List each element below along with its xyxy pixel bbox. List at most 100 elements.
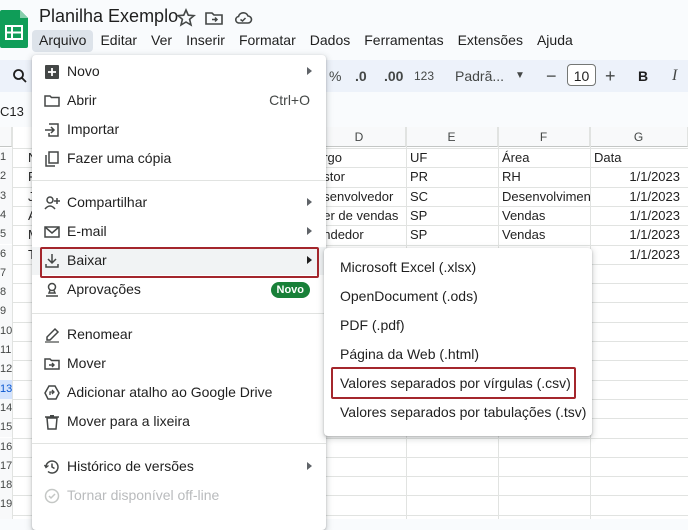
decrease-font-size-button[interactable]: −	[546, 60, 557, 92]
row-header[interactable]: 6	[0, 244, 12, 264]
menu-dados[interactable]: Dados	[303, 30, 357, 52]
download-submenu: Microsoft Excel (.xlsx) OpenDocument (.o…	[324, 248, 592, 436]
column-header-e[interactable]: E	[406, 127, 498, 147]
menu-editar[interactable]: Editar	[93, 30, 144, 52]
cell-g[interactable]: 1/1/2023	[592, 245, 680, 264]
search-menus-icon[interactable]	[12, 68, 28, 84]
shortcut-text: Ctrl+O	[269, 92, 310, 108]
menu-extensoes[interactable]: Extensões	[451, 30, 530, 52]
cell-d[interactable]: esenvolvedor	[316, 187, 404, 206]
menu-ajuda[interactable]: Ajuda	[530, 30, 580, 52]
row-header[interactable]: 19	[0, 495, 12, 515]
cell-g[interactable]: Data	[594, 148, 684, 167]
google-sheets-logo[interactable]	[0, 10, 28, 48]
bold-button[interactable]: B	[638, 60, 648, 92]
menu-item-novo[interactable]: Novo	[32, 58, 326, 86]
menu-inserir[interactable]: Inserir	[179, 30, 232, 52]
row-header[interactable]: 2	[0, 167, 12, 187]
cell-f[interactable]: Vendas	[502, 206, 590, 225]
cell-g[interactable]: 1/1/2023	[592, 187, 680, 206]
corner-header	[0, 127, 12, 147]
download-option-tsv[interactable]: Valores separados por tabulações (.tsv)	[324, 398, 592, 426]
menu-ferramentas[interactable]: Ferramentas	[357, 30, 450, 52]
cell-d[interactable]: endedor	[316, 225, 404, 244]
row-header[interactable]: 9	[0, 302, 12, 322]
row-header[interactable]: 10	[0, 321, 12, 341]
font-family-dropdown-icon[interactable]: ▼	[515, 60, 525, 92]
row-header[interactable]: 12	[0, 360, 12, 380]
row-header[interactable]: 20	[0, 514, 12, 519]
download-option-html[interactable]: Página da Web (.html)	[324, 340, 592, 368]
increase-decimal-button[interactable]: .00	[384, 60, 403, 92]
cell-f[interactable]: Área	[502, 148, 590, 167]
menu-item-importar[interactable]: Importar	[32, 116, 326, 144]
name-box[interactable]: C13	[0, 104, 24, 119]
cell-f[interactable]: Vendas	[502, 225, 590, 244]
percent-format-button[interactable]: %	[329, 60, 341, 92]
menu-item-aprovacoes[interactable]: Aprovações Novo	[32, 276, 326, 304]
row-header[interactable]: 7	[0, 263, 12, 284]
cell-d[interactable]: argo	[316, 148, 404, 167]
cell-g[interactable]: 1/1/2023	[592, 206, 680, 225]
move-folder-icon[interactable]	[204, 8, 224, 28]
column-header-g[interactable]: G	[590, 127, 688, 147]
offline-icon	[44, 488, 60, 504]
menu-ver[interactable]: Ver	[144, 30, 179, 52]
row-header[interactable]: 4	[0, 205, 12, 226]
row-header[interactable]: 16	[0, 437, 12, 457]
new-icon	[45, 65, 59, 79]
csv-highlight-box	[331, 367, 576, 399]
decrease-decimal-button[interactable]: .0	[355, 60, 367, 92]
row-header[interactable]: 15	[0, 418, 12, 438]
font-size-input[interactable]: 10	[567, 64, 596, 86]
row-header[interactable]: 1	[0, 148, 12, 168]
row-header[interactable]: 11	[0, 341, 12, 361]
download-option-xlsx[interactable]: Microsoft Excel (.xlsx)	[324, 253, 592, 281]
number-format-button[interactable]: 123	[414, 60, 434, 92]
download-option-pdf[interactable]: PDF (.pdf)	[324, 311, 592, 339]
menu-item-email[interactable]: E-mail	[32, 218, 326, 246]
menu-item-adicionar-atalho[interactable]: Adicionar atalho ao Google Drive	[32, 379, 326, 407]
row-header[interactable]: 3	[0, 186, 12, 206]
row-header[interactable]: 17	[0, 456, 12, 477]
approvals-icon	[46, 282, 58, 297]
row-header[interactable]: 14	[0, 398, 12, 419]
cell-e[interactable]: SC	[410, 187, 498, 206]
menu-arquivo[interactable]: Arquivo	[32, 30, 94, 52]
cell-f[interactable]: RH	[502, 167, 590, 186]
document-title[interactable]: Planilha Exemplo	[39, 6, 178, 27]
move-icon	[44, 358, 60, 370]
cell-g[interactable]: 1/1/2023	[592, 167, 680, 186]
row-header[interactable]: 8	[0, 283, 12, 303]
star-icon[interactable]	[176, 8, 196, 28]
menu-item-abrir[interactable]: Abrir Ctrl+O	[32, 87, 326, 115]
italic-button[interactable]: I	[672, 60, 677, 92]
cloud-saved-icon[interactable]	[233, 8, 253, 28]
row-header[interactable]: 18	[0, 476, 12, 496]
menu-item-historico[interactable]: Histórico de versões	[32, 453, 326, 481]
menu-item-fazer-copia[interactable]: Fazer uma cópia	[32, 145, 326, 173]
cell-g[interactable]: 1/1/2023	[592, 225, 680, 244]
download-option-ods[interactable]: OpenDocument (.ods)	[324, 282, 592, 310]
cell-e[interactable]: SP	[410, 206, 498, 225]
menu-item-renomear[interactable]: Renomear	[32, 321, 326, 349]
row-header[interactable]: 13	[0, 379, 12, 399]
column-header-f[interactable]: F	[498, 127, 590, 147]
cell-d[interactable]: estor	[316, 167, 404, 186]
menu-item-compartilhar[interactable]: Compartilhar	[32, 189, 326, 217]
column-header-d[interactable]: D	[313, 127, 406, 147]
font-family-select[interactable]: Padrã...	[455, 60, 504, 92]
share-person-icon	[44, 196, 60, 210]
cell-f[interactable]: Desenvolvimento	[502, 187, 590, 206]
increase-font-size-button[interactable]: +	[605, 60, 616, 92]
row-header[interactable]: 5	[0, 225, 12, 245]
menu-formatar[interactable]: Formatar	[232, 30, 303, 52]
cell-d[interactable]: der de vendas	[316, 206, 404, 225]
import-icon	[45, 123, 59, 137]
menu-item-offline[interactable]: Tornar disponível off-line	[32, 482, 326, 510]
cell-e[interactable]: SP	[410, 225, 498, 244]
cell-e[interactable]: UF	[410, 148, 498, 167]
cell-e[interactable]: PR	[410, 167, 498, 186]
menu-item-lixeira[interactable]: Mover para a lixeira	[32, 408, 326, 436]
menu-item-mover[interactable]: Mover	[32, 350, 326, 378]
